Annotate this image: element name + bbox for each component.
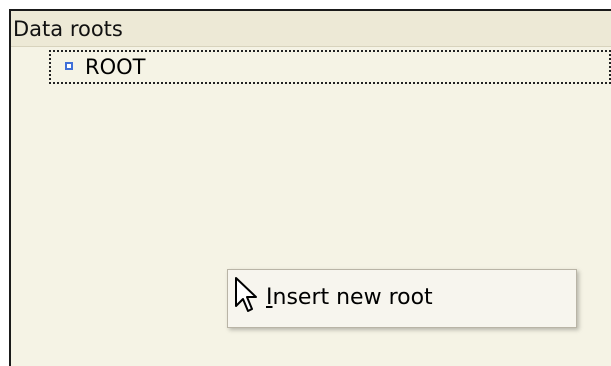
context-menu: Insert new root xyxy=(227,269,577,328)
tree-node-icon xyxy=(65,62,73,70)
mouse-pointer-icon xyxy=(235,277,257,312)
panel-title: Data roots xyxy=(13,17,123,41)
panel-header: Data roots xyxy=(11,11,611,47)
menu-item-insert-new-root[interactable]: Insert new root xyxy=(228,270,576,327)
menu-item-label: Insert new root xyxy=(266,284,433,312)
tree-item-root[interactable]: ROOT xyxy=(49,50,611,84)
tree-item-label: ROOT xyxy=(85,55,146,79)
menu-label-rest: nsert new root xyxy=(272,285,433,310)
